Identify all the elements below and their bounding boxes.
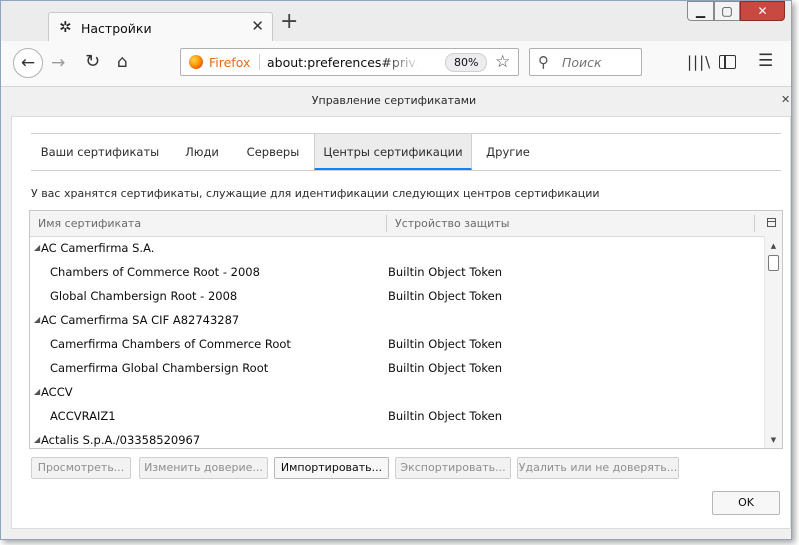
url-separator [259,54,260,70]
tree-row-group[interactable]: ◢ AC Camerfirma S.A. [30,236,764,260]
hamburger-menu-icon[interactable]: ☰ [758,52,773,70]
close-window-button[interactable]: ✕ [740,1,785,21]
home-icon[interactable]: ⌂ [117,52,128,72]
gear-icon: ✲ [59,18,72,36]
vertical-scrollbar[interactable]: ▲ ▼ [764,236,782,448]
tab-people[interactable]: Люди [171,134,233,170]
column-splitter[interactable] [386,215,387,232]
certificate-manager-dialog: Ваши сертификаты Люди Серверы Центры сер… [11,116,791,529]
tree-row-group[interactable]: ◢ AC Camerfirma SA CIF A82743287 [30,308,764,332]
cert-name: Chambers of Commerce Root - 2008 [50,265,260,279]
cert-name: ACCV [41,385,73,399]
minimize-button[interactable]: ▁ [687,1,714,21]
library-icon[interactable]: |||\ [687,53,711,71]
search-icon: ⚲ [538,53,549,71]
scroll-down-icon[interactable]: ▼ [765,434,782,446]
search-placeholder: Поиск [562,55,602,70]
tree-row[interactable]: Global Chambersign Root - 2008 Builtin O… [30,284,764,308]
column-splitter[interactable] [754,215,755,232]
tree-row[interactable]: Camerfirma Global Chambersign Root Built… [30,356,764,380]
tab-authorities[interactable]: Центры сертификации [314,134,472,170]
url-bar[interactable]: Firefox about:preferences#privacy 80% ☆ [180,48,519,76]
star-icon[interactable]: ☆ [495,52,510,72]
window-controls: ▁ ▢ ✕ [687,1,787,23]
cert-device: Builtin Object Token [388,409,503,423]
cert-name: Global Chambersign Root - 2008 [50,289,238,303]
forward-arrow-icon[interactable]: → [51,53,65,73]
tab-settings[interactable]: ✲ Настройки ✕ [48,12,273,44]
tree-header: Имя сертификата Устройство защиты [30,211,782,237]
sheet-title: Управление сертификатами [311,94,477,107]
cert-device: Builtin Object Token [388,289,503,303]
zoom-indicator[interactable]: 80% [445,53,488,72]
cert-name: Camerfirma Global Chambersign Root [50,361,269,375]
tree-row-group[interactable]: ◢ Actalis S.p.A./03358520967 [30,428,764,448]
column-header-name[interactable]: Имя сертификата [38,217,141,230]
maximize-button[interactable]: ▢ [714,1,740,21]
column-picker-icon[interactable] [767,218,776,227]
delete-distrust-button[interactable]: Удалить или не доверять... [517,457,679,479]
intro-text: У вас хранятся сертификаты, служащие для… [31,187,600,200]
tree-rows: ◢ AC Camerfirma S.A. Chambers of Commerc… [30,236,764,448]
navigation-toolbar: ← → ↻ ⌂ Firefox about:preferences#privac… [1,41,791,87]
view-button[interactable]: Просмотреть... [31,457,131,479]
tree-row[interactable]: ACCVRAIZ1 Builtin Object Token [30,404,764,428]
tree-row[interactable]: Chambers of Commerce Root - 2008 Builtin… [30,260,764,284]
new-tab-button[interactable]: + [280,11,298,33]
scroll-up-icon[interactable]: ▲ [765,240,782,252]
tab-servers[interactable]: Серверы [235,134,311,170]
expand-twisty-icon[interactable]: ◢ [34,308,40,332]
sidebar-icon[interactable] [719,55,736,69]
close-tab-icon[interactable]: ✕ [251,19,264,34]
tab-your-certificates[interactable]: Ваши сертификаты [31,134,169,170]
cert-device: Builtin Object Token [388,265,503,279]
cert-name: Camerfirma Chambers of Commerce Root [50,337,291,351]
cert-name: AC Camerfirma SA CIF A82743287 [41,313,240,327]
import-button[interactable]: Импортировать... [274,457,389,479]
tree-row[interactable]: Camerfirma Chambers of Commerce Root Bui… [30,332,764,356]
expand-twisty-icon[interactable]: ◢ [34,428,40,448]
back-arrow-icon[interactable]: ← [13,48,43,78]
identity-label: Firefox [209,55,251,70]
reload-icon[interactable]: ↻ [85,52,100,72]
cert-device: Builtin Object Token [388,337,503,351]
export-button[interactable]: Экспортировать... [395,457,511,479]
scroll-thumb[interactable] [768,255,779,271]
title-bar: ✲ Настройки ✕ + ▁ ▢ ✕ [1,1,791,44]
column-header-device[interactable]: Устройство защиты [395,217,509,230]
cert-name: AC Camerfirma S.A. [41,241,155,255]
cert-device: Builtin Object Token [388,361,503,375]
edit-trust-button[interactable]: Изменить доверие... [139,457,268,479]
tab-other[interactable]: Другие [473,134,543,170]
expand-twisty-icon[interactable]: ◢ [34,380,40,404]
cert-name: Actalis S.p.A./03358520967 [41,433,201,447]
search-input[interactable]: ⚲ Поиск [529,48,642,76]
firefox-logo-icon [189,55,203,69]
browser-window: ✲ Настройки ✕ + ▁ ▢ ✕ ← → ↻ ⌂ Firefox ab… [0,0,792,540]
certificate-tree[interactable]: Имя сертификата Устройство защиты ◢ AC C… [29,210,783,449]
certificate-tabs: Ваши сертификаты Люди Серверы Центры сер… [31,133,781,171]
ok-button[interactable]: OK [712,491,780,515]
sheet-close-icon[interactable]: ✕ [781,93,790,106]
tree-row-group[interactable]: ◢ ACCV [30,380,764,404]
cert-name: ACCVRAIZ1 [50,409,116,423]
tab-title: Настройки [81,21,152,36]
expand-twisty-icon[interactable]: ◢ [34,236,40,260]
url-fade [381,51,421,73]
